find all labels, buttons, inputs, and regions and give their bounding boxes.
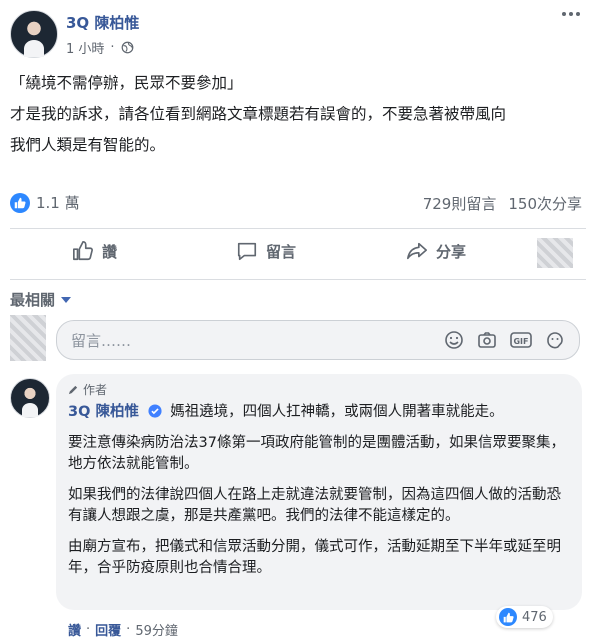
comment-reaction-pill[interactable]: 476 bbox=[496, 606, 553, 628]
globe-icon bbox=[121, 41, 133, 54]
comment-like-link[interactable]: 讚 bbox=[68, 620, 81, 639]
comment-author[interactable]: 3Q 陳柏惟 bbox=[68, 404, 139, 420]
like-button[interactable]: 讚 bbox=[72, 240, 117, 262]
comment-sort-dropdown[interactable]: 最相關 bbox=[10, 289, 72, 310]
like-reaction-icon bbox=[499, 608, 517, 626]
camera-icon[interactable] bbox=[477, 330, 497, 350]
comment-like-count: 476 bbox=[522, 609, 547, 625]
comment-reply-link[interactable]: 回覆 bbox=[95, 620, 121, 639]
post-time[interactable]: 1 小時 bbox=[66, 38, 104, 57]
comment-actions: 讚 · 回覆 · 59分鐘 bbox=[68, 620, 178, 639]
separator-dot: · bbox=[126, 622, 131, 637]
pen-icon bbox=[68, 385, 78, 395]
like-label: 讚 bbox=[102, 242, 118, 261]
post-line: 才是我的訴求，請各位看到網路文章標題若有誤會的，不要急著被帶風向 bbox=[10, 105, 507, 123]
svg-text:GIF: GIF bbox=[513, 337, 528, 346]
share-button[interactable]: 分享 bbox=[406, 240, 466, 262]
caret-down-icon bbox=[61, 296, 72, 303]
reaction-summary[interactable]: 1.1 萬 bbox=[10, 192, 80, 213]
engagement-stats: 729則留言 150次分享 bbox=[423, 193, 582, 214]
comment-button[interactable]: 留言 bbox=[236, 240, 296, 262]
share-icon bbox=[407, 242, 427, 260]
post-line: 我們人類是有智能的。 bbox=[10, 136, 166, 154]
comment-label: 留言 bbox=[266, 242, 297, 261]
share-label: 分享 bbox=[436, 242, 467, 261]
divider bbox=[10, 228, 586, 229]
post-timestamp[interactable]: 1 小時 · bbox=[66, 38, 134, 57]
gif-icon[interactable]: GIF bbox=[510, 330, 532, 350]
sticker-icon[interactable] bbox=[545, 330, 565, 350]
more-options-icon[interactable] bbox=[562, 12, 580, 16]
comment-input[interactable]: 留言…… GIF bbox=[56, 320, 580, 360]
like-reaction-icon bbox=[10, 192, 30, 213]
verified-icon bbox=[148, 404, 162, 418]
comment-paragraph: 如果我們的法律說四個人在路上走就違法就要管制，因為這四個人做的活動恐有讓人想跟之… bbox=[68, 487, 561, 524]
comment-paragraph: 媽祖遶境，四個人扛神轎，或兩個人開著車就能走。 bbox=[170, 404, 504, 420]
author-badge-label: 作者 bbox=[83, 383, 108, 397]
comment-count[interactable]: 729則留言 bbox=[423, 193, 497, 214]
sort-label: 最相關 bbox=[10, 291, 56, 309]
reaction-count[interactable]: 1.1 萬 bbox=[36, 192, 80, 213]
commenter-avatar[interactable] bbox=[10, 378, 50, 418]
emoji-icon[interactable] bbox=[444, 330, 464, 350]
share-as-avatar[interactable] bbox=[537, 238, 573, 268]
comment-icon bbox=[237, 242, 257, 261]
comment-time[interactable]: 59分鐘 bbox=[135, 620, 178, 639]
comment-tools: GIF bbox=[444, 330, 565, 350]
current-user-avatar bbox=[10, 315, 46, 361]
post-body: 「繞境不需停辦，民眾不要參加」 才是我的訴求，請各位看到網路文章標題若有誤會的，… bbox=[10, 72, 580, 157]
share-count[interactable]: 150次分享 bbox=[508, 193, 582, 214]
post-line: 「繞境不需停辦，民眾不要參加」 bbox=[10, 74, 243, 92]
author-name[interactable]: 3Q 陳柏惟 bbox=[66, 12, 139, 33]
divider bbox=[10, 279, 586, 280]
comment-placeholder: 留言…… bbox=[71, 331, 132, 350]
separator-dot: · bbox=[110, 40, 115, 55]
author-avatar[interactable] bbox=[10, 10, 58, 58]
comment-paragraph: 由廟方宣布，把儀式和信眾活動分開，儀式可作，活動延期至下半年或延至明年，合乎防疫… bbox=[68, 539, 561, 576]
thumbs-up-icon bbox=[73, 241, 93, 261]
comment-bubble: 作者 3Q 陳柏惟 媽祖遶境，四個人扛神轎，或兩個人開著車就能走。 要注意傳染病… bbox=[56, 374, 582, 610]
comment-paragraph: 要注意傳染病防治法37條第一項政府能管制的是團體活動，如果信眾要聚集，地方依法就… bbox=[68, 435, 565, 472]
author-badge: 作者 bbox=[68, 381, 570, 398]
separator-dot: · bbox=[86, 622, 91, 637]
